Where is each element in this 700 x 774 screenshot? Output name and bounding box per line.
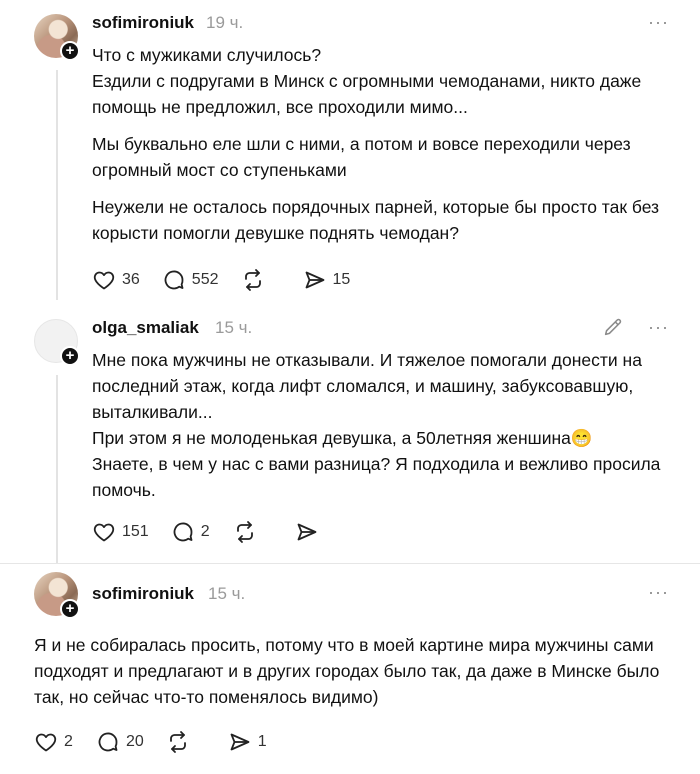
share-button[interactable]: 15 — [303, 268, 351, 292]
post-3: + sofimironiuk 15 ч. ··· Я и не собирала… — [0, 564, 700, 774]
post-2: + olga_smaliak 15 ч. ··· Мне пока мужчин… — [0, 305, 700, 563]
username[interactable]: sofimironiuk — [92, 584, 194, 604]
action-bar: 36 552 15 — [92, 268, 372, 292]
like-count: 36 — [122, 271, 140, 288]
like-count: 2 — [64, 733, 73, 750]
share-count: 1 — [257, 733, 267, 750]
comment-button[interactable]: 20 — [96, 730, 144, 754]
comment-button[interactable]: 2 — [171, 520, 211, 544]
repost-icon — [244, 269, 261, 291]
send-icon — [230, 733, 250, 751]
heart-icon — [93, 271, 115, 290]
comment-count: 552 — [191, 271, 219, 288]
more-options-icon[interactable]: ··· — [648, 582, 669, 603]
timestamp[interactable]: 19 ч. — [206, 13, 243, 33]
share-button[interactable] — [295, 520, 335, 544]
pencil-icon[interactable] — [602, 316, 624, 338]
thread-line — [56, 375, 58, 563]
post-text: Мне пока мужчины не отказывали. И тяжело… — [92, 347, 672, 514]
more-options-icon[interactable]: ··· — [648, 317, 669, 338]
post-paragraph: Мы буквально еле шли с ними, а потом и в… — [92, 134, 631, 180]
comment-button[interactable]: 552 — [162, 268, 219, 292]
follow-plus-icon[interactable]: + — [60, 41, 80, 61]
heart-icon — [93, 523, 115, 542]
post-text: Я и не собиралась просить, потому что в … — [34, 632, 674, 721]
like-button[interactable]: 2 — [34, 730, 74, 754]
repost-button[interactable] — [233, 520, 273, 544]
repost-icon — [236, 521, 253, 543]
comment-count: 20 — [126, 733, 144, 750]
send-icon — [297, 523, 317, 541]
thread-line — [56, 70, 58, 300]
repost-button[interactable] — [241, 268, 281, 292]
timestamp[interactable]: 15 ч. — [215, 318, 252, 338]
action-bar: 151 2 — [92, 520, 357, 544]
username[interactable]: sofimironiuk — [92, 13, 194, 33]
comment-bubble-icon — [173, 522, 193, 542]
follow-plus-icon[interactable]: + — [60, 346, 80, 366]
post-paragraph: Неужели не осталось порядочных парней, к… — [92, 197, 660, 243]
comment-count: 2 — [200, 523, 210, 540]
post-1: + sofimironiuk 19 ч. ··· Что с мужиками … — [0, 0, 700, 305]
action-bar: 2 20 1 — [34, 730, 290, 754]
like-count: 151 — [122, 523, 149, 540]
like-button[interactable]: 151 — [92, 520, 149, 544]
username[interactable]: olga_smaliak — [92, 318, 199, 338]
post-text: Что с мужиками случилось? Ездили с подру… — [92, 42, 682, 257]
comment-bubble-icon — [164, 270, 184, 290]
post-paragraph: Я и не собиралась просить, потому что в … — [34, 635, 660, 707]
share-count: 15 — [332, 271, 351, 288]
repost-icon — [169, 731, 186, 753]
timestamp[interactable]: 15 ч. — [208, 584, 245, 604]
repost-button[interactable] — [166, 730, 206, 754]
share-button[interactable]: 1 — [228, 730, 268, 754]
comment-bubble-icon — [98, 732, 118, 752]
post-paragraph: Мне пока мужчины не отказывали. И тяжело… — [92, 350, 661, 500]
post-paragraph: Что с мужиками случилось? Ездили с подру… — [92, 45, 642, 117]
send-icon — [305, 271, 324, 289]
follow-plus-icon[interactable]: + — [60, 599, 80, 619]
like-button[interactable]: 36 — [92, 268, 140, 292]
heart-icon — [35, 733, 57, 752]
more-options-icon[interactable]: ··· — [648, 12, 669, 33]
